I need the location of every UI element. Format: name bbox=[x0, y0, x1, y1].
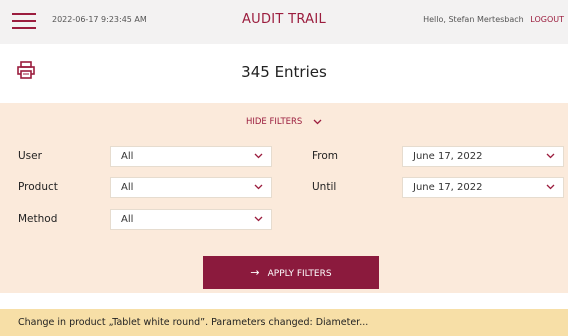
filter-panel: HIDE FILTERS User All Product All Method… bbox=[0, 103, 568, 293]
logout-link[interactable]: LOGOUT bbox=[530, 15, 564, 24]
until-date-label: Until bbox=[312, 181, 337, 193]
user-select[interactable]: All bbox=[110, 146, 272, 167]
audit-trail-page: 2022-06-17 9:23:45 AM AUDIT TRAIL Hello,… bbox=[0, 0, 568, 336]
audit-entry-text: Change in product „Tablet white round”. … bbox=[18, 317, 369, 328]
method-select[interactable]: All bbox=[110, 209, 272, 230]
arrow-right-icon: → bbox=[250, 266, 260, 279]
chevron-down-icon bbox=[254, 153, 263, 159]
from-date-label: From bbox=[312, 150, 339, 162]
user-area: Hello, Stefan Mertesbach LOGOUT bbox=[423, 15, 564, 24]
method-filter-label: Method bbox=[18, 213, 58, 225]
user-select-value: All bbox=[121, 151, 134, 162]
chevron-down-icon bbox=[254, 216, 263, 222]
top-bar: 2022-06-17 9:23:45 AM AUDIT TRAIL Hello,… bbox=[0, 0, 568, 44]
from-date-select[interactable]: June 17, 2022 bbox=[402, 146, 564, 167]
method-select-value: All bbox=[121, 214, 134, 225]
apply-filters-button[interactable]: → APPLY FILTERS bbox=[203, 256, 379, 289]
audit-entry-row[interactable]: Change in product „Tablet white round”. … bbox=[0, 309, 568, 336]
until-date-select[interactable]: June 17, 2022 bbox=[402, 177, 564, 198]
hide-filters-label: HIDE FILTERS bbox=[245, 117, 303, 127]
chevron-down-icon bbox=[546, 153, 555, 159]
chevron-down-icon bbox=[546, 184, 555, 190]
chevron-down-icon bbox=[254, 184, 263, 190]
until-date-value: June 17, 2022 bbox=[413, 182, 483, 193]
user-filter-label: User bbox=[18, 150, 42, 162]
product-filter-label: Product bbox=[18, 181, 58, 193]
product-select[interactable]: All bbox=[110, 177, 272, 198]
chevron-down-icon bbox=[313, 119, 322, 124]
product-select-value: All bbox=[121, 182, 134, 193]
apply-filters-label: APPLY FILTERS bbox=[267, 269, 332, 279]
entries-count: 345 Entries bbox=[241, 63, 327, 81]
hide-filters-toggle[interactable]: HIDE FILTERS bbox=[0, 117, 568, 127]
user-greeting: Hello, Stefan Mertesbach bbox=[423, 15, 524, 24]
from-date-value: June 17, 2022 bbox=[413, 151, 483, 162]
